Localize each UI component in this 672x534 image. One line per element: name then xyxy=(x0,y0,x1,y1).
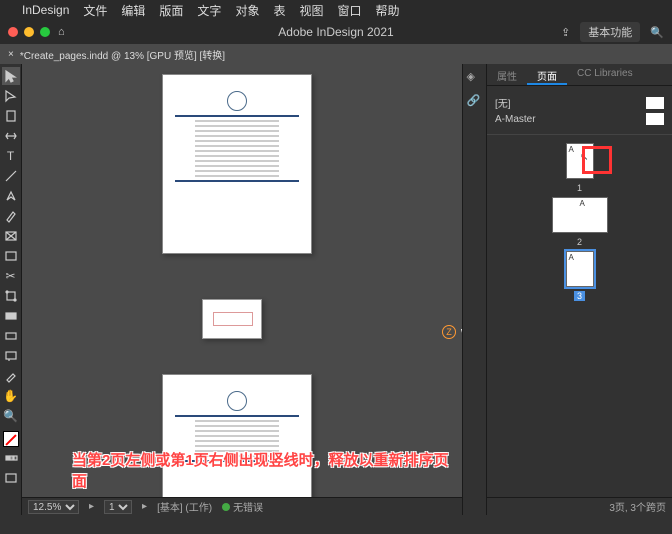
panel-tabs: 属性 页面 CC Libraries xyxy=(487,64,672,86)
menu-text[interactable]: 文字 xyxy=(197,2,221,19)
master-none-row[interactable]: [无] xyxy=(495,95,664,110)
pencil-tool[interactable] xyxy=(2,207,20,225)
instruction-overlay: 当第2页左侧或第1页右侧出现竖线时，释放以重新排序页面 xyxy=(72,449,462,491)
pen-tool[interactable] xyxy=(2,187,20,205)
gap-tool[interactable] xyxy=(2,127,20,145)
menu-window[interactable]: 窗口 xyxy=(337,2,361,19)
menu-layout[interactable]: 版面 xyxy=(159,2,183,19)
page-3-view[interactable] xyxy=(162,374,312,514)
close-window-button[interactable] xyxy=(8,27,18,37)
page-thumb-2[interactable]: A xyxy=(552,197,608,233)
tab-pages[interactable]: 页面 xyxy=(527,64,567,85)
app-titlebar: ⌂ Adobe InDesign 2021 ⇪ 基本功能 🔍 xyxy=(0,20,672,44)
color-theme-tool[interactable] xyxy=(2,449,20,467)
fill-stroke-swatch[interactable] xyxy=(3,431,19,447)
rectangle-tool[interactable] xyxy=(2,247,20,265)
zoom-tool[interactable]: 🔍 xyxy=(2,407,20,425)
page-2-view[interactable] xyxy=(202,299,262,339)
direct-selection-tool[interactable] xyxy=(2,87,20,105)
tab-properties[interactable]: 属性 xyxy=(487,64,527,85)
master-label: [基本] (工作) xyxy=(157,499,212,514)
maximize-window-button[interactable] xyxy=(40,27,50,37)
page-num-2: 2 xyxy=(577,237,582,247)
document-tab-label: *Create_pages.indd @ 13% [GPU 预览] [转换] xyxy=(20,47,225,62)
gradient-feather-tool[interactable] xyxy=(2,327,20,345)
minimize-window-button[interactable] xyxy=(24,27,34,37)
rectangle-frame-tool[interactable] xyxy=(2,227,20,245)
eyedropper-tool[interactable] xyxy=(2,367,20,385)
menu-file[interactable]: 文件 xyxy=(83,2,107,19)
page-num-3: 3 xyxy=(574,291,585,301)
system-menubar: InDesign 文件 编辑 版面 文字 对象 表 视图 窗口 帮助 xyxy=(0,0,672,20)
search-icon[interactable]: 🔍 xyxy=(650,26,664,39)
app-title: Adobe InDesign 2021 xyxy=(278,25,393,39)
panel-dock: ◈ 🔗 xyxy=(463,64,487,515)
home-icon[interactable]: ⌂ xyxy=(58,26,65,38)
master-a-row[interactable]: A-Master xyxy=(495,113,664,125)
pages-panel-status: 3页, 3个跨页 xyxy=(487,497,672,515)
view-mode-tool[interactable] xyxy=(2,469,20,487)
links-dock-icon[interactable]: 🔗 xyxy=(467,94,483,110)
menu-edit[interactable]: 编辑 xyxy=(121,2,145,19)
right-panel-group: ◈ 🔗 属性 页面 CC Libraries [无] A-Master xyxy=(462,64,672,515)
menu-app[interactable]: InDesign xyxy=(22,3,69,17)
menu-table[interactable]: 表 xyxy=(273,2,285,19)
master-none-thumb xyxy=(646,97,664,109)
preflight-status[interactable]: 无错误 xyxy=(222,499,263,514)
document-status-bar: 12.5% ▸ 1 ▸ [基本] (工作) 无错误 xyxy=(22,497,462,515)
preflight-ok-icon xyxy=(222,503,230,511)
window-controls xyxy=(8,27,50,37)
workspace-selector[interactable]: 基本功能 xyxy=(580,22,640,42)
free-transform-tool[interactable] xyxy=(2,287,20,305)
watermark: Z www.MacZ.com xyxy=(442,324,462,339)
zoom-select[interactable]: 12.5% xyxy=(28,500,79,514)
layers-dock-icon[interactable]: ◈ xyxy=(467,70,483,86)
masters-section: [无] A-Master xyxy=(487,86,672,135)
canvas[interactable]: Z www.MacZ.com 当第2页左侧或第1页右侧出现竖线时，释放以重新排序… xyxy=(22,64,462,515)
menu-help[interactable]: 帮助 xyxy=(376,2,400,19)
gradient-swatch-tool[interactable] xyxy=(2,307,20,325)
page-thumb-3[interactable]: A xyxy=(566,251,594,287)
pages-thumbnails: A ↖ 1 A 2 A 3 xyxy=(487,135,672,497)
close-tab-icon[interactable]: × xyxy=(8,49,14,60)
document-tab[interactable]: × *Create_pages.indd @ 13% [GPU 预览] [转换] xyxy=(0,44,672,64)
tab-cc-libraries[interactable]: CC Libraries xyxy=(567,64,643,85)
master-a-thumb xyxy=(646,113,664,125)
share-icon[interactable]: ⇪ xyxy=(561,26,570,39)
note-tool[interactable] xyxy=(2,347,20,365)
line-tool[interactable] xyxy=(2,167,20,185)
watermark-logo-icon: Z xyxy=(442,325,456,339)
scissors-tool[interactable]: ✂ xyxy=(2,267,20,285)
menu-view[interactable]: 视图 xyxy=(299,2,323,19)
highlight-annotation xyxy=(582,146,612,174)
hand-tool[interactable]: ✋ xyxy=(2,387,20,405)
page-select[interactable]: 1 xyxy=(104,500,132,514)
tools-panel: T ✂ ✋ 🔍 xyxy=(0,64,22,515)
type-tool[interactable]: T xyxy=(2,147,20,165)
page-num-1: 1 xyxy=(577,183,582,193)
selection-tool[interactable] xyxy=(2,67,20,85)
page-1-view[interactable] xyxy=(162,74,312,254)
watermark-text: www.MacZ.com xyxy=(461,324,462,339)
page-tool[interactable] xyxy=(2,107,20,125)
menu-object[interactable]: 对象 xyxy=(235,2,259,19)
